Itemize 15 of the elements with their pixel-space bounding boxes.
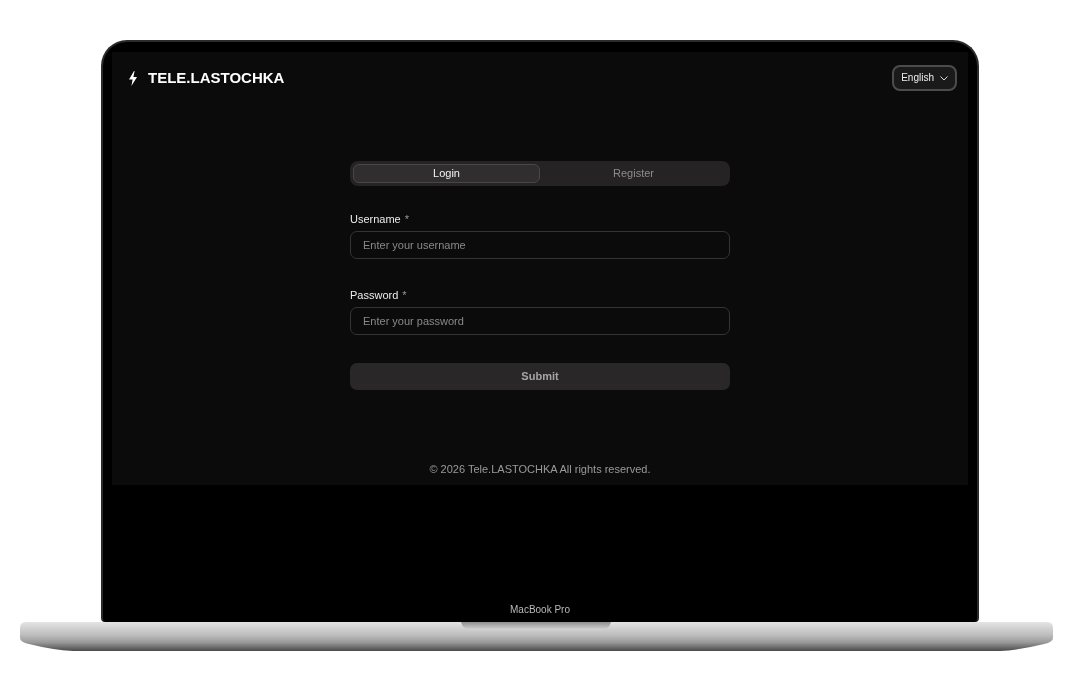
input-field[interactable]: Enter your password xyxy=(350,307,730,335)
tab[interactable]: Login xyxy=(353,164,540,183)
device-label: MacBook Pro xyxy=(510,604,570,616)
tab[interactable]: Register xyxy=(540,164,727,183)
required-mark: * xyxy=(404,212,410,226)
chevron-down-icon xyxy=(940,75,948,81)
brand-name: TELE.LASTOCHKA xyxy=(148,69,285,87)
copyright-text: © 2026 Tele.LASTOCHKA All rights reserved. xyxy=(429,463,651,476)
field-label: Password xyxy=(350,288,399,302)
language-select[interactable]: English xyxy=(892,65,957,91)
input-field[interactable]: Enter your username xyxy=(350,231,730,259)
submit-button[interactable]: Submit xyxy=(350,363,730,390)
required-mark: * xyxy=(402,288,407,302)
lightning-icon xyxy=(128,70,138,86)
field-label: Username xyxy=(350,212,401,226)
